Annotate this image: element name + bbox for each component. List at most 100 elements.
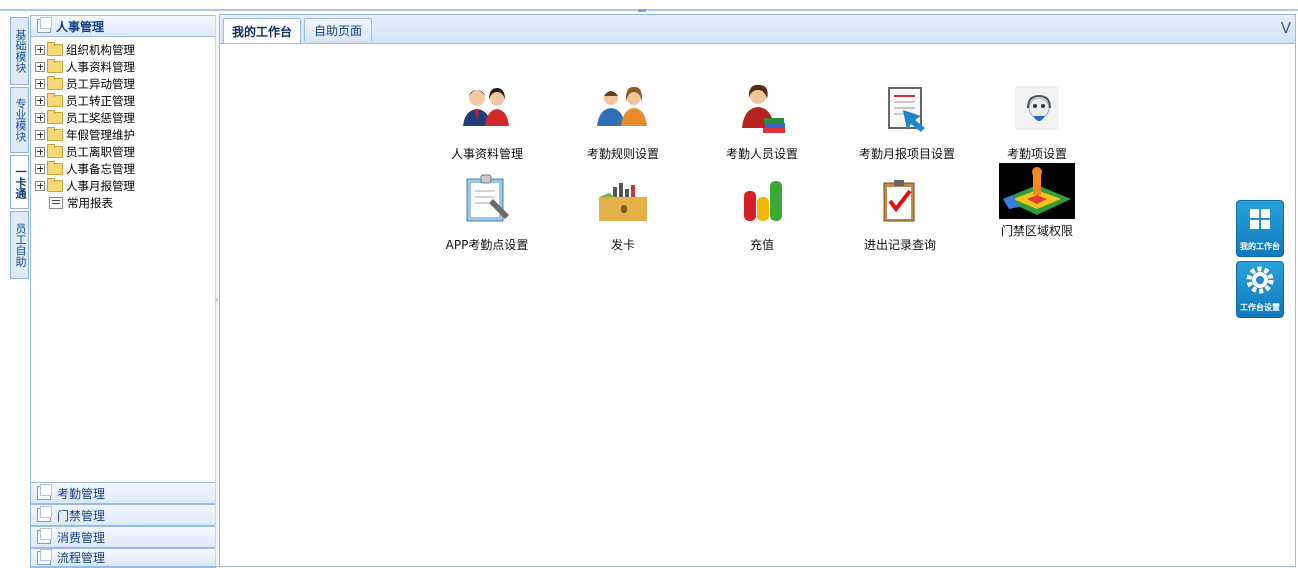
module-tab-self-service[interactable]: 员工自助 (10, 211, 29, 279)
report-icon (49, 196, 63, 209)
access-record-icon (870, 173, 930, 233)
tile-label: 充值 (749, 238, 774, 252)
tree-item-rewards[interactable]: 员工奖惩管理 (35, 109, 215, 126)
expand-icon[interactable] (35, 78, 45, 89)
recharge-icon (732, 173, 792, 233)
accordion-label: 流程管理 (57, 551, 106, 565)
tree-item-label: 年假管理维护 (66, 127, 135, 142)
tree-item-label: 员工转正管理 (66, 93, 135, 108)
tree-item-annual-leave[interactable]: 年假管理维护 (35, 126, 215, 143)
monthly-report-icon (877, 82, 937, 142)
folder-icon (47, 126, 63, 141)
side-button-label: 我的工作台 (1240, 242, 1280, 251)
accordion-attendance[interactable]: 考勤管理 (30, 482, 222, 504)
tab-self-service[interactable]: 自助页面 (304, 18, 372, 41)
folder-icon (47, 177, 63, 192)
nav-tree: 组织机构管理 人事资料管理 员工异动管理 员工转正管理 员工奖惩管理 年假管理维… (31, 37, 215, 211)
panel-icon (37, 506, 52, 522)
panel-header[interactable]: 人事管理 (31, 16, 215, 37)
folder-icon (47, 160, 63, 175)
issue-card-icon (593, 173, 653, 233)
tree-item-org[interactable]: 组织机构管理 (35, 41, 215, 58)
tile-app-attendance[interactable]: APP考勤点设置 (427, 173, 547, 253)
tree-item-label: 人事资料管理 (66, 59, 135, 74)
attendance-item-icon (1007, 82, 1067, 142)
attendance-rules-icon (593, 82, 653, 142)
expand-icon[interactable] (35, 61, 45, 72)
tile-issue-card[interactable]: 发卡 (563, 173, 683, 253)
tree-item-personnel[interactable]: 人事资料管理 (35, 58, 215, 75)
workspace-settings-button[interactable]: 工作台设置 (1236, 261, 1284, 318)
settings-gear-icon (1246, 266, 1274, 294)
accordion-workflow[interactable]: 流程管理 (30, 548, 222, 567)
panel-title: 人事管理 (56, 19, 105, 34)
expand-icon[interactable] (35, 44, 45, 55)
tile-personnel[interactable]: 人事资料管理 (427, 82, 547, 162)
tree-item-label: 员工奖惩管理 (66, 110, 135, 125)
folder-icon (47, 109, 63, 124)
splitter-arrow-icon[interactable]: ‹ (215, 295, 218, 304)
tree-item-common-reports[interactable]: 常用报表 (35, 194, 215, 211)
accordion-access-control[interactable]: 门禁管理 (30, 504, 222, 526)
my-workspace-button[interactable]: 我的工作台 (1236, 200, 1284, 257)
module-tabs: 基础模块 专业模块 一卡通 员工自助 (10, 17, 29, 281)
tile-access-zone[interactable]: 门禁区域权限 (977, 163, 1097, 239)
folder-icon (47, 92, 63, 107)
tree-item-label: 常用报表 (67, 195, 113, 210)
tile-label: 考勤月报项目设置 (858, 147, 955, 161)
top-divider (0, 9, 1298, 11)
expand-icon[interactable] (35, 180, 45, 191)
tab-label: 自助页面 (313, 23, 362, 38)
attendance-staff-icon (732, 82, 792, 142)
tab-strip: 我的工作台 自助页面 V (220, 14, 1295, 44)
workspace-grid-icon (1250, 209, 1270, 229)
expand-icon[interactable] (35, 95, 45, 106)
folder-icon (47, 143, 63, 158)
access-zone-icon (999, 163, 1075, 219)
tile-attendance-item[interactable]: 考勤项设置 (977, 82, 1097, 162)
tile-label: 门禁区域权限 (1000, 224, 1073, 238)
tree-item-label: 员工离职管理 (66, 144, 135, 159)
folder-icon (47, 41, 63, 56)
module-tab-basic[interactable]: 基础模块 (10, 17, 29, 85)
tree-item-resignation[interactable]: 员工离职管理 (35, 143, 215, 160)
tile-label: 人事资料管理 (450, 147, 523, 161)
tile-attendance-rules[interactable]: 考勤规则设置 (563, 82, 683, 162)
tab-label: 我的工作台 (231, 24, 292, 39)
personnel-icon (457, 82, 517, 142)
tile-recharge[interactable]: 充值 (702, 173, 822, 253)
accordion-consumption[interactable]: 消费管理 (30, 526, 222, 548)
tree-item-transfer[interactable]: 员工异动管理 (35, 75, 215, 92)
side-button-label: 工作台设置 (1240, 303, 1280, 312)
tile-access-record[interactable]: 进出记录查询 (840, 173, 960, 253)
tree-item-label: 人事月报管理 (66, 178, 135, 193)
tree-item-monthly-report[interactable]: 人事月报管理 (35, 177, 215, 194)
collapse-handle[interactable] (638, 9, 646, 12)
panel-icon (37, 548, 52, 565)
tab-my-workspace[interactable]: 我的工作台 (223, 18, 301, 43)
panel-icon (37, 484, 52, 500)
expand-icon[interactable] (35, 146, 45, 157)
tile-attendance-staff[interactable]: 考勤人员设置 (702, 82, 822, 162)
tile-label: 考勤项设置 (1006, 147, 1067, 161)
tile-label: 进出记录查询 (863, 238, 936, 252)
tree-item-regularization[interactable]: 员工转正管理 (35, 92, 215, 109)
tile-monthly-report[interactable]: 考勤月报项目设置 (847, 82, 967, 162)
module-tab-card[interactable]: 一卡通 (10, 155, 29, 209)
tab-menu-button[interactable]: V (1281, 19, 1291, 37)
tile-label: 考勤规则设置 (586, 147, 659, 161)
tree-item-memo[interactable]: 人事备忘管理 (35, 160, 215, 177)
tile-label: 发卡 (610, 238, 635, 252)
folder-icon (47, 75, 63, 90)
expand-icon[interactable] (35, 163, 45, 174)
tile-label: 考勤人员设置 (725, 147, 798, 161)
accordion-label: 消费管理 (57, 530, 106, 545)
module-tab-professional[interactable]: 专业模块 (10, 87, 29, 153)
accordion-label: 门禁管理 (57, 508, 106, 523)
folder-icon (47, 58, 63, 73)
accordion-label: 考勤管理 (57, 486, 106, 501)
app-attendance-icon (457, 173, 517, 233)
panel-icon (37, 17, 52, 33)
expand-icon[interactable] (35, 112, 45, 123)
expand-icon[interactable] (35, 129, 45, 140)
